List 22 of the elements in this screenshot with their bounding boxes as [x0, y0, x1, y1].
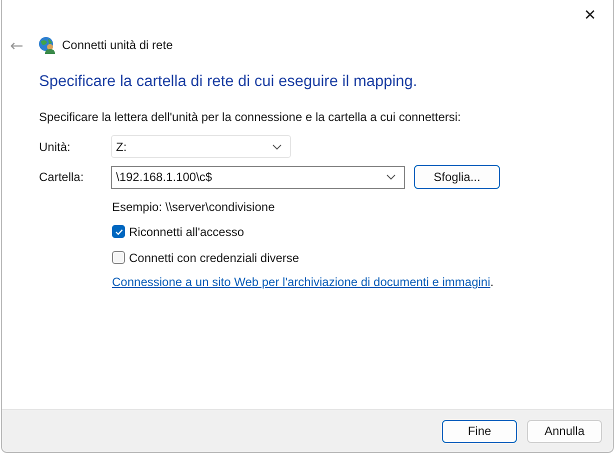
example-text: Esempio: \\server\condivisione — [112, 200, 276, 214]
network-drive-icon — [38, 36, 56, 54]
web-link[interactable]: Connessione a un sito Web per l'archiviazione di documenti e immagini — [112, 275, 490, 289]
checkbox-label[interactable]: Connetti con credenziali diverse — [129, 250, 300, 264]
window-title: Connetti unità di rete — [62, 38, 173, 52]
dialog-button[interactable]: Fine — [442, 420, 517, 442]
folder-combobox[interactable]: \192.168.1.100\c$ — [111, 166, 405, 188]
checkbox[interactable] — [112, 225, 125, 238]
checkmark-icon — [114, 226, 124, 236]
field-label: Cartella: — [39, 170, 85, 184]
page-heading: Specificare la cartella di rete di cui eseguire il mapping. — [39, 73, 418, 91]
close-button[interactable]: ✕ — [567, 0, 613, 30]
checkbox-label[interactable]: Riconnetti all'accesso — [129, 224, 244, 238]
browse-button[interactable]: Sfoglia... — [414, 165, 500, 189]
link-sentence: Connessione a un sito Web per l'archiviazione di documenti e immagini. — [112, 275, 495, 289]
dialog-button[interactable]: Annulla — [527, 420, 602, 442]
chevron-down-icon — [386, 174, 396, 180]
chevron-down-icon — [272, 144, 282, 150]
checkbox[interactable] — [112, 251, 125, 264]
drive-dropdown[interactable]: Z: — [111, 135, 291, 158]
field-label: Unità: — [39, 140, 72, 154]
instruction-text: Specificare la lettera dell'unità per la connessione e la cartella a cui connettersi: — [39, 110, 462, 124]
